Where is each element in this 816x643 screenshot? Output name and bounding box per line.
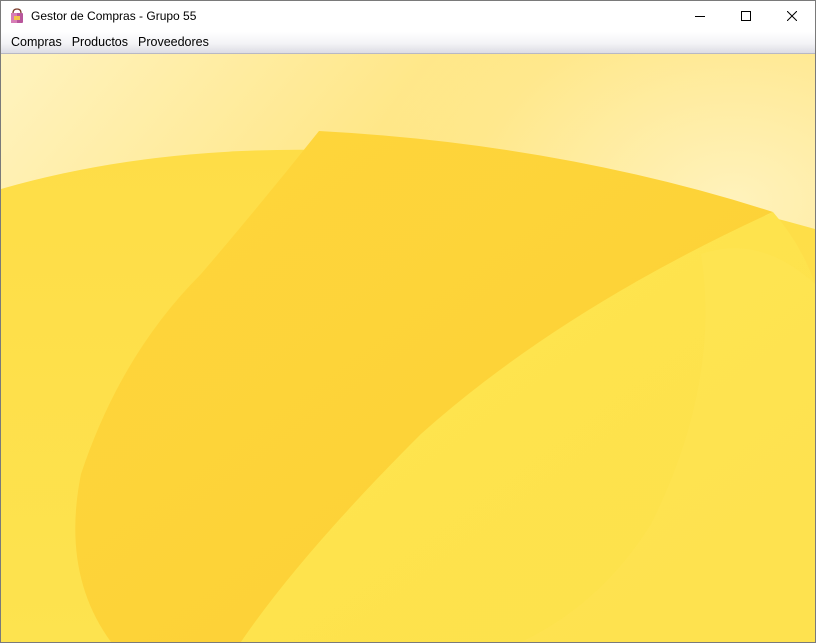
window-title: Gestor de Compras - Grupo 55 — [31, 9, 197, 23]
menu-proveedores[interactable]: Proveedores — [133, 32, 214, 53]
minimize-icon — [695, 8, 705, 26]
menu-compras[interactable]: Compras — [6, 32, 67, 53]
wallpaper-image — [1, 54, 815, 642]
desktop-pane — [1, 54, 815, 642]
maximize-button[interactable] — [723, 1, 769, 32]
close-button[interactable] — [769, 1, 815, 32]
title-bar[interactable]: Gestor de Compras - Grupo 55 — [1, 1, 815, 32]
close-icon — [786, 8, 798, 26]
shopping-bag-icon — [9, 8, 25, 24]
menu-bar: Compras Productos Proveedores — [1, 32, 815, 54]
application-window: Gestor de Compras - Grupo 55 Compras Pro… — [0, 0, 816, 643]
minimize-button[interactable] — [677, 1, 723, 32]
maximize-icon — [741, 8, 751, 26]
menu-productos[interactable]: Productos — [67, 32, 133, 53]
